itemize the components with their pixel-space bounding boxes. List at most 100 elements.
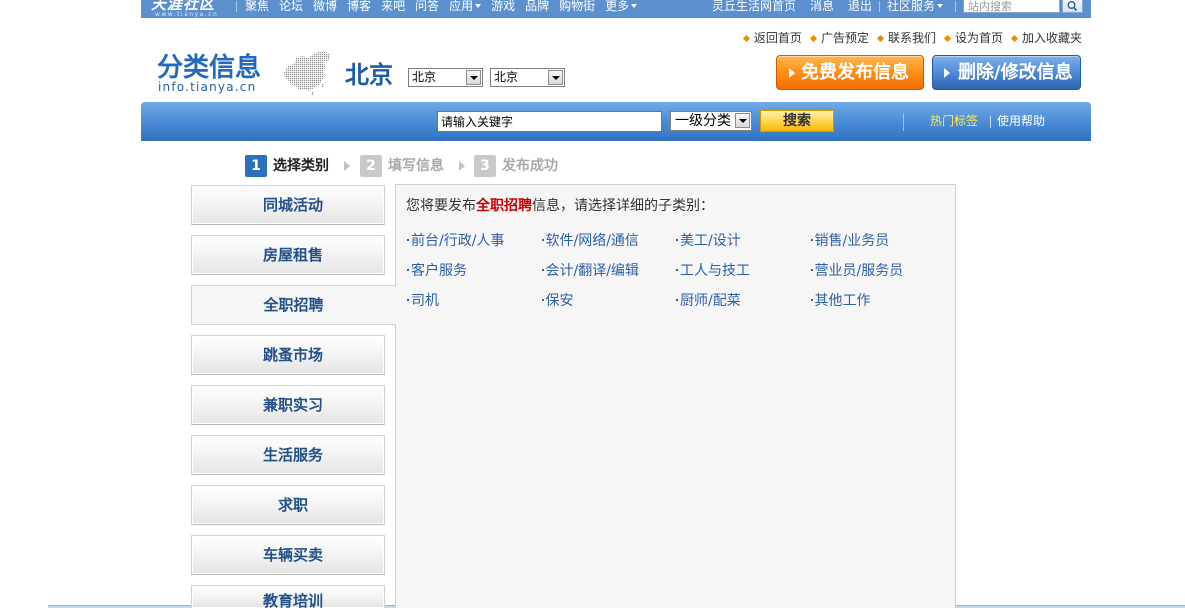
divider [903,113,904,131]
logout-link[interactable]: 退出 [848,0,872,12]
province-select-value: 北京 [412,70,437,84]
community-top-bar: 天涯社区 www.tianya.cn 聚焦 论坛 微博 博客 来吧 问答 应用 … [141,0,1091,18]
search-bar: 一级分类 搜索 热门标签 使用帮助 [141,102,1091,141]
search-icon [1067,1,1078,12]
ad-booking-link[interactable]: 广告预定 [809,31,869,45]
category-tab-education-training[interactable]: 教育培训 [191,585,385,608]
nav-blog[interactable]: 博客 [347,0,371,12]
help-link[interactable]: 使用帮助 [997,114,1045,128]
search-button[interactable]: 搜索 [760,110,834,132]
subcategory-panel: 您将要发布全职招聘信息，请选择详细的子类别： 前台/行政/人事 软件/网络/通信… [395,184,956,608]
ad-booking-label: 广告预定 [820,31,869,45]
nav-forum[interactable]: 论坛 [279,0,303,12]
nav-qa[interactable]: 问答 [415,0,439,12]
set-homepage-link[interactable]: 设为首页 [943,31,1003,45]
community-services-menu[interactable]: 社区服务 [887,0,944,13]
subcategory-art-design[interactable]: 美工/设计 [676,232,811,262]
divider [990,116,991,128]
set-homepage-label: 设为首页 [954,31,1003,45]
intro-prefix: 您将要发布 [406,198,476,214]
divider [236,1,237,12]
step-number: 3 [474,155,496,177]
header-links: 返回首页 广告预定 联系我们 设为首页 加入收藏夹 [742,31,1082,45]
subcategory-security-guard[interactable]: 保安 [542,292,677,322]
china-map-icon [284,51,330,95]
free-publish-label: 免费发布信息 [801,62,909,83]
subcategory-accounting-translation-editing[interactable]: 会计/翻译/编辑 [542,262,677,292]
category-tab-local-events[interactable]: 同城活动 [191,185,385,225]
category-tab-job-seeking[interactable]: 求职 [191,485,385,525]
category-tab-vehicles[interactable]: 车辆买卖 [191,535,385,575]
city-select[interactable]: 北京 [490,68,565,87]
caret-down-icon [937,4,944,8]
community-services-label: 社区服务 [887,0,936,13]
category-tab-life-services[interactable]: 生活服务 [191,435,385,475]
play-arrow-icon [944,68,950,78]
classifieds-logo-domain: info.tianya.cn [158,80,257,94]
site-search-input[interactable] [963,0,1060,13]
diamond-bullet-icon [1010,34,1019,42]
step-arrow-icon [344,161,350,171]
category-level-value: 一级分类 [675,113,731,129]
divider [955,1,956,12]
subcategory-reception-admin-hr[interactable]: 前台/行政/人事 [407,232,542,262]
add-favorites-link[interactable]: 加入收藏夹 [1010,31,1082,45]
nav-apps[interactable]: 应用 [449,0,482,13]
subcategory-workers-technicians[interactable]: 工人与技工 [676,262,811,292]
subcategory-chef-kitchen[interactable]: 厨师/配菜 [676,292,811,322]
subcategory-driver[interactable]: 司机 [407,292,542,322]
messages-link[interactable]: 消息 [810,0,834,12]
step-label: 选择类别 [273,158,329,174]
classifieds-logo-title[interactable]: 分类信息 [157,53,261,83]
nav-games[interactable]: 游戏 [491,0,515,12]
caret-down-icon [631,4,638,8]
intro-text: 您将要发布全职招聘信息，请选择详细的子类别： [406,197,714,215]
dropdown-arrow-icon [466,70,481,85]
add-favorites-label: 加入收藏夹 [1021,31,1082,45]
nav-brands[interactable]: 品牌 [525,0,549,12]
category-tab-full-time-jobs[interactable]: 全职招聘 [191,285,396,325]
hot-tags-link[interactable]: 热门标签 [930,114,978,128]
nav-laiba[interactable]: 来吧 [381,0,405,12]
step-label: 填写信息 [388,158,444,174]
nav-focus[interactable]: 聚焦 [245,0,269,12]
top-nav: 聚焦 论坛 微博 博客 来吧 问答 应用 游戏 品牌 购物街 更多 [245,0,638,13]
local-home-link[interactable]: 灵丘生活网首页 [712,0,796,12]
step-arrow-icon [459,161,465,171]
delete-edit-button[interactable]: 删除/修改信息 [932,55,1081,90]
subcategory-software-network-telecom[interactable]: 软件/网络/通信 [542,232,677,262]
diamond-bullet-icon [742,34,750,42]
nav-shopping[interactable]: 购物街 [559,0,595,12]
subcategory-shop-assistant[interactable]: 营业员/服务员 [811,262,946,292]
nav-more[interactable]: 更多 [605,0,638,13]
dropdown-arrow-icon [735,113,750,128]
diamond-bullet-icon [876,34,884,42]
category-tab-flea-market[interactable]: 跳蚤市场 [191,335,385,375]
category-tab-housing[interactable]: 房屋租售 [191,235,385,275]
step-number: 2 [360,155,382,177]
dropdown-arrow-icon [548,70,563,85]
play-arrow-icon [789,68,795,78]
subcategory-customer-service[interactable]: 客户服务 [407,262,542,292]
site-search-button[interactable] [1062,0,1083,13]
nav-more-label: 更多 [605,0,630,13]
intro-suffix: 信息，请选择详细的子类别： [532,198,714,214]
category-tab-part-time-internship[interactable]: 兼职实习 [191,385,385,425]
back-home-link[interactable]: 返回首页 [742,31,802,45]
back-home-label: 返回首页 [753,31,802,45]
subcategory-grid: 前台/行政/人事 软件/网络/通信 美工/设计 销售/业务员 客户服务 会计/翻… [407,232,945,322]
free-publish-button[interactable]: 免费发布信息 [776,55,924,90]
contact-us-label: 联系我们 [887,31,936,45]
delete-edit-label: 删除/修改信息 [958,62,1073,83]
nav-weibo[interactable]: 微博 [313,0,337,12]
step-label: 发布成功 [502,158,558,174]
keyword-input[interactable] [437,111,662,132]
subcategory-sales[interactable]: 销售/业务员 [811,232,946,262]
category-level-select[interactable]: 一级分类 [670,111,752,131]
diamond-bullet-icon [943,34,952,42]
province-select[interactable]: 北京 [408,68,483,87]
nav-apps-label: 应用 [449,0,474,13]
subcategory-other-jobs[interactable]: 其他工作 [811,292,946,322]
contact-us-link[interactable]: 联系我们 [876,31,936,45]
step-number: 1 [245,155,267,177]
